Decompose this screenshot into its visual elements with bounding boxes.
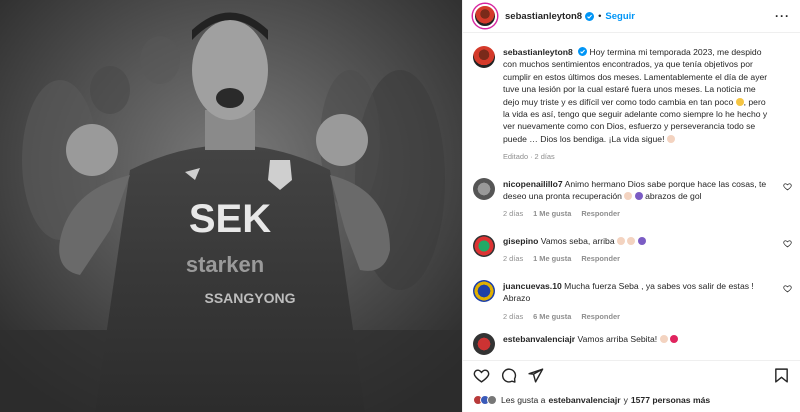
comment-item: juancuevas.10 Mucha fuerza Seba , ya sab… xyxy=(463,266,800,323)
comment-item: estebanvalenciajr Vamos arriba Sebita! xyxy=(463,323,800,355)
sponsor-sek-text: SEK xyxy=(189,197,271,241)
post-actions-bar xyxy=(463,360,800,390)
flexed-biceps-emoji-icon xyxy=(666,134,675,143)
commenter-avatar[interactable] xyxy=(473,234,495,257)
separator-dot: • xyxy=(598,10,602,22)
sad-face-emoji-icon xyxy=(735,97,744,106)
comment-username[interactable]: estebanvalenciajr xyxy=(503,334,575,344)
like-comment-heart-icon[interactable] xyxy=(783,239,792,248)
edited-label: Editado xyxy=(503,152,529,162)
people-hugging-emoji-icon xyxy=(637,236,646,245)
save-bookmark-icon[interactable] xyxy=(773,367,790,384)
more-options-icon[interactable]: ··· xyxy=(775,9,790,23)
player-celebration-image: SEK starken SSANGYONG xyxy=(0,0,462,412)
post-photo: SEK starken SSANGYONG xyxy=(0,0,462,412)
likes-and: y xyxy=(623,395,628,405)
instagram-post-modal: SEK starken SSANGYONG sebastianleyton8 •… xyxy=(0,0,800,412)
reply-button[interactable]: Responder xyxy=(581,311,620,323)
flexed-biceps-emoji-icon xyxy=(659,334,668,343)
reply-button[interactable]: Responder xyxy=(581,253,620,265)
verified-badge-icon xyxy=(578,47,588,56)
likes-prefix: Les gusta a xyxy=(501,395,546,405)
comment-text: Vamos arriba Sebita! xyxy=(577,333,658,344)
liker-avatar[interactable] xyxy=(487,395,497,405)
likes-summary: Les gusta a estebanvalenciajr y 1577 per… xyxy=(473,395,790,405)
comment-text: Vamos seba, arriba xyxy=(540,235,615,246)
likes-count[interactable]: 1577 personas más xyxy=(631,395,710,405)
flexed-biceps-emoji-icon xyxy=(617,236,626,245)
comment-likes[interactable]: 6 Me gusta xyxy=(533,311,571,323)
share-paper-plane-icon[interactable] xyxy=(527,367,544,384)
sponsor-starken-text: starken xyxy=(186,252,264,277)
commenter-avatar[interactable] xyxy=(473,279,495,302)
comment-time: 2 días xyxy=(503,209,524,219)
comment-likes[interactable]: 1 Me gusta xyxy=(533,208,571,220)
praying-hands-emoji-icon xyxy=(624,192,633,201)
reply-button[interactable]: Responder xyxy=(581,208,620,220)
post-header: sebastianleyton8 • Seguir ··· xyxy=(463,0,800,33)
author-avatar[interactable] xyxy=(473,4,497,28)
caption-username[interactable]: sebastianleyton8 xyxy=(503,47,573,57)
comment-bubble-icon[interactable] xyxy=(500,367,517,384)
post-side-panel: sebastianleyton8 • Seguir ··· sebastianl… xyxy=(462,0,800,412)
follow-button[interactable]: Seguir xyxy=(605,11,635,22)
sponsor-ssangyong-text: SSANGYONG xyxy=(204,290,295,306)
author-username[interactable]: sebastianleyton8 xyxy=(505,11,582,22)
comment-likes[interactable]: 1 Me gusta xyxy=(533,253,571,265)
comment-username[interactable]: gisepino xyxy=(503,236,538,246)
like-comment-heart-icon[interactable] xyxy=(783,284,792,293)
people-hugging-emoji-icon xyxy=(634,192,643,201)
comment-text-tail: abrazos de gol xyxy=(645,191,702,202)
comments-scroll-area[interactable]: sebastianleyton8 Hoy termina mi temporad… xyxy=(463,34,800,357)
red-heart-emoji-icon xyxy=(669,334,678,343)
comment-item: gisepino Vamos seba, arriba 2 días 1 Me … xyxy=(463,221,800,266)
flexed-biceps-emoji-icon xyxy=(627,236,636,245)
likes-user[interactable]: estebanvalenciajr xyxy=(548,395,620,405)
like-heart-icon[interactable] xyxy=(473,367,490,384)
commenter-avatar[interactable] xyxy=(473,177,495,200)
comment-time: 2 días xyxy=(503,254,524,264)
comment-username[interactable]: juancuevas.10 xyxy=(503,281,562,291)
verified-badge-icon xyxy=(585,11,595,21)
comment-item: nicopenailillo7 Animo hermano Dios sabe … xyxy=(463,164,800,221)
caption-time: 2 días xyxy=(534,152,555,162)
like-comment-heart-icon[interactable] xyxy=(783,182,792,191)
commenter-avatar[interactable] xyxy=(473,332,495,355)
caption: sebastianleyton8 Hoy termina mi temporad… xyxy=(463,34,800,164)
comment-username[interactable]: nicopenailillo7 xyxy=(503,179,563,189)
comment-time: 2 días xyxy=(503,311,524,321)
caption-avatar[interactable] xyxy=(473,46,495,68)
